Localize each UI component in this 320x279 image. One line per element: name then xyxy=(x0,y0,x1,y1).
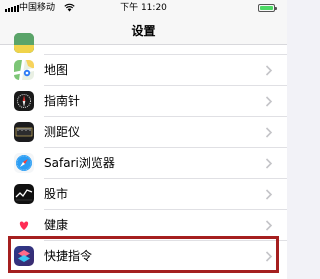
measure-app-icon xyxy=(14,122,34,142)
battery-icon xyxy=(258,4,277,12)
chevron-right-icon xyxy=(265,251,273,262)
status-time: 下午 11:20 xyxy=(120,3,167,13)
chevron-right-icon xyxy=(265,96,273,107)
settings-item-label: 测距仪 xyxy=(44,125,81,139)
safari-app-icon xyxy=(14,153,34,173)
settings-item-maps[interactable]: 地图 xyxy=(0,55,287,86)
settings-item-shortcuts[interactable]: 快捷指令 xyxy=(0,241,287,272)
settings-item-label: 快捷指令 xyxy=(44,249,93,263)
settings-item-health[interactable]: 健康 xyxy=(0,210,287,241)
chevron-right-icon xyxy=(265,127,273,138)
settings-item-label: 股市 xyxy=(44,187,69,201)
maps-app-icon xyxy=(14,60,34,80)
shortcuts-app-icon xyxy=(14,246,34,266)
settings-item-label: 指南针 xyxy=(44,94,81,108)
chevron-right-icon xyxy=(265,158,273,169)
nav-bar: 设置 xyxy=(0,18,287,45)
settings-item-label: 健康 xyxy=(44,218,69,232)
health-app-icon xyxy=(14,215,34,235)
status-bar: 中国移动 下午 11:20 xyxy=(0,0,287,18)
settings-item-stocks[interactable]: 股市 xyxy=(0,179,287,210)
chevron-right-icon xyxy=(265,220,273,231)
chevron-right-icon xyxy=(265,65,273,76)
settings-item-label: Safari浏览器 xyxy=(44,156,115,170)
settings-item-label: 地图 xyxy=(44,63,69,77)
settings-list: 地图 指南针 测距仪 Safari浏览器 股市 健康 快捷指令 xyxy=(0,33,287,279)
chevron-right-icon xyxy=(265,189,273,200)
app-icon-partial xyxy=(14,33,34,53)
stocks-app-icon xyxy=(14,184,34,204)
page-title: 设置 xyxy=(131,24,156,38)
settings-item-safari[interactable]: Safari浏览器 xyxy=(0,148,287,179)
list-item-partial[interactable] xyxy=(0,33,287,55)
compass-app-icon xyxy=(14,91,34,111)
settings-item-measure[interactable]: 测距仪 xyxy=(0,117,287,148)
settings-item-compass[interactable]: 指南针 xyxy=(0,86,287,117)
battery-level xyxy=(260,6,273,10)
